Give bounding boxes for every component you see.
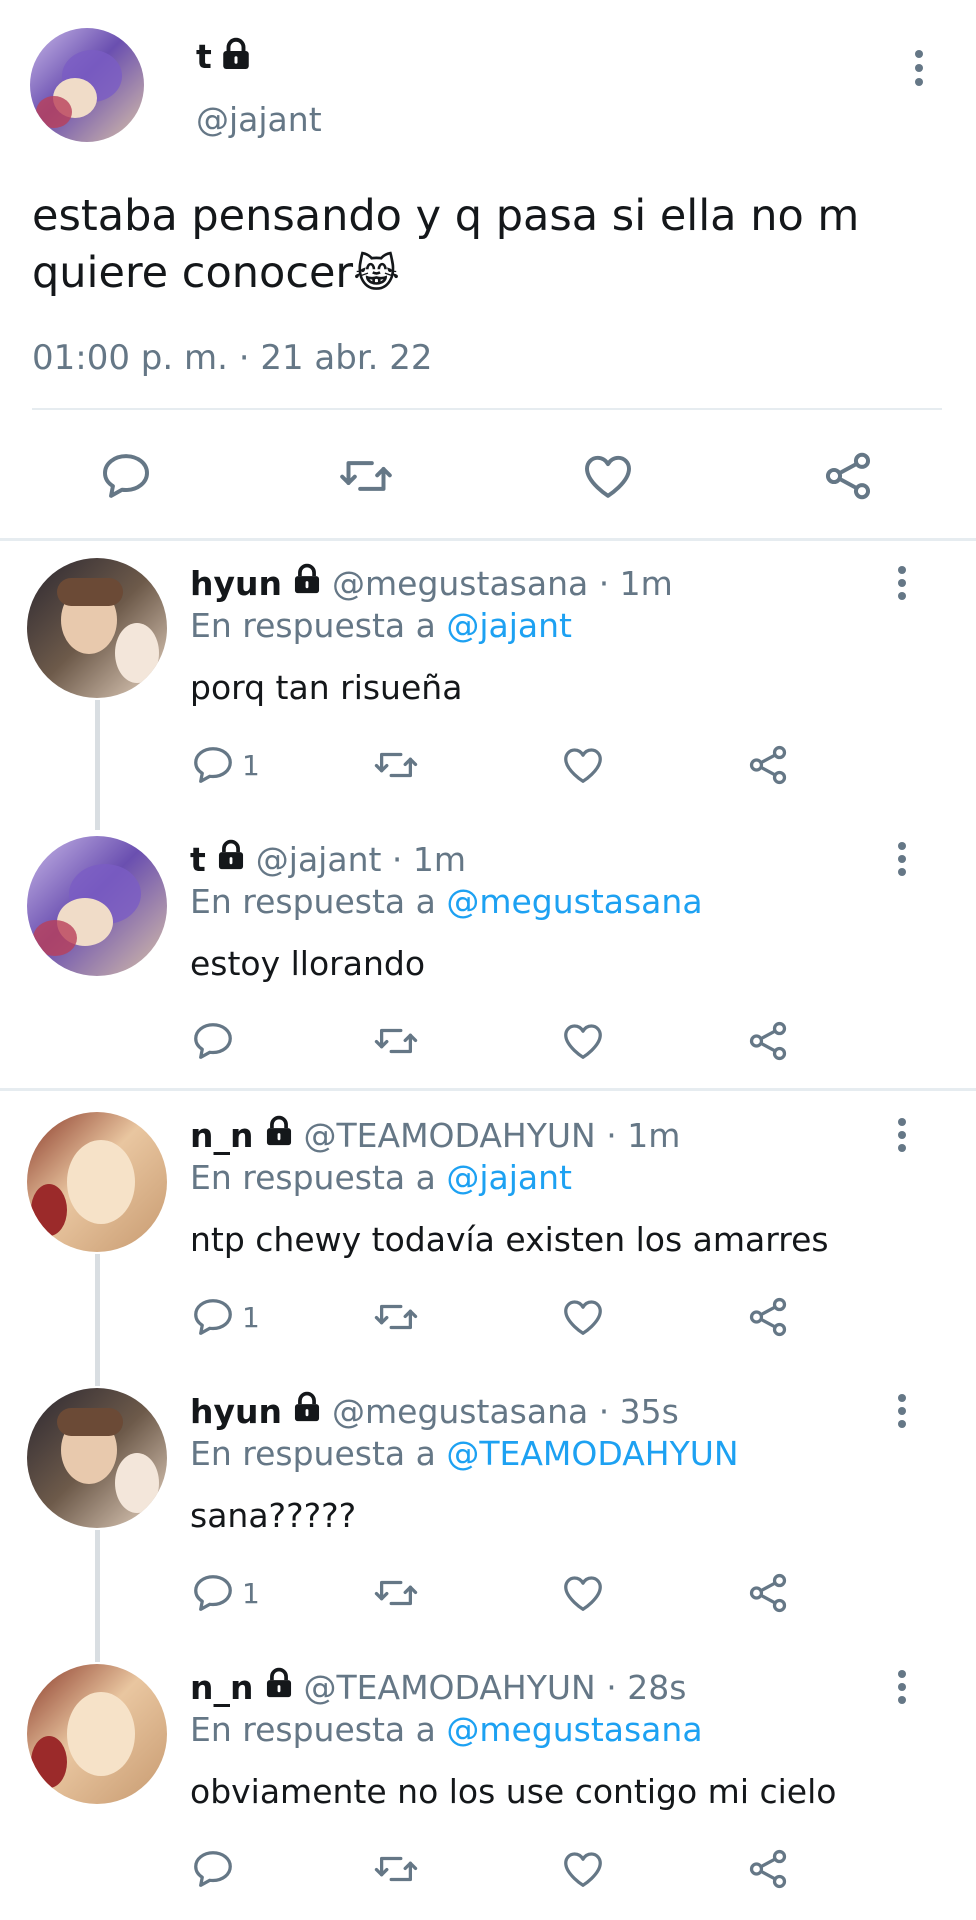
display-name[interactable]: n_n bbox=[190, 1668, 254, 1707]
like-icon[interactable] bbox=[560, 1018, 606, 1064]
reply-context-label: En respuesta a bbox=[190, 882, 436, 921]
reply-context-label: En respuesta a bbox=[190, 1710, 436, 1749]
share-icon[interactable] bbox=[745, 1294, 791, 1340]
reply-count: 1 bbox=[242, 1576, 260, 1610]
retweet-icon[interactable] bbox=[373, 1294, 419, 1340]
more-options-icon[interactable] bbox=[897, 842, 907, 876]
username[interactable]: @TEAMODAHYUN · 28s bbox=[304, 1668, 687, 1707]
reply-text: porq tan risueña bbox=[190, 668, 463, 707]
more-options-icon[interactable] bbox=[897, 1394, 907, 1428]
reply-text: obviamente no los use contigo mi cielo bbox=[190, 1772, 837, 1811]
avatar[interactable] bbox=[27, 558, 167, 698]
display-name[interactable]: n_n bbox=[190, 1116, 254, 1155]
reply-text: sana????? bbox=[190, 1496, 357, 1535]
avatar[interactable] bbox=[27, 1664, 167, 1804]
section-divider bbox=[0, 1088, 976, 1091]
reply-to-link[interactable]: @jajant bbox=[446, 606, 572, 645]
username[interactable]: @jajant bbox=[196, 100, 322, 139]
reply-text: ntp chewy todavía existen los amarres bbox=[190, 1220, 829, 1259]
reply-to-link[interactable]: @TEAMODAHYUN bbox=[446, 1434, 738, 1473]
lock-icon bbox=[214, 838, 248, 880]
avatar[interactable] bbox=[27, 1388, 167, 1528]
lock-icon bbox=[290, 1390, 324, 1432]
display-name[interactable]: t bbox=[196, 37, 212, 76]
like-icon[interactable] bbox=[560, 1570, 606, 1616]
like-icon[interactable] bbox=[560, 742, 606, 788]
reply-icon[interactable] bbox=[190, 1846, 236, 1892]
reply-context-label: En respuesta a bbox=[190, 1158, 436, 1197]
thread-line bbox=[95, 1530, 100, 1662]
tweet-text-line2: quiere conocer bbox=[32, 248, 354, 298]
lock-icon bbox=[290, 562, 324, 604]
tweet-text: estaba pensando y q pasa si ella no m qu… bbox=[32, 188, 859, 303]
like-icon[interactable] bbox=[560, 1294, 606, 1340]
section-divider bbox=[0, 538, 976, 541]
retweet-icon[interactable] bbox=[338, 448, 394, 504]
avatar[interactable] bbox=[27, 1112, 167, 1252]
share-icon[interactable] bbox=[745, 1570, 791, 1616]
display-name[interactable]: t bbox=[190, 840, 206, 879]
reply-context-label: En respuesta a bbox=[190, 606, 436, 645]
more-options-icon[interactable] bbox=[897, 1670, 907, 1704]
reply-to-link[interactable]: @jajant bbox=[446, 1158, 572, 1197]
thread-line bbox=[95, 700, 100, 830]
more-options-icon[interactable] bbox=[897, 566, 907, 600]
retweet-icon[interactable] bbox=[373, 742, 419, 788]
avatar[interactable] bbox=[30, 28, 144, 142]
lock-icon bbox=[262, 1114, 296, 1156]
avatar[interactable] bbox=[27, 836, 167, 976]
thread-line bbox=[95, 1254, 100, 1386]
reply-to-link[interactable]: @megustasana bbox=[446, 1710, 702, 1749]
like-icon[interactable] bbox=[560, 1846, 606, 1892]
more-options-icon[interactable] bbox=[914, 50, 924, 86]
display-name[interactable]: hyun bbox=[190, 1392, 282, 1431]
retweet-icon[interactable] bbox=[373, 1570, 419, 1616]
emoji: 😹 bbox=[353, 251, 400, 297]
reply-icon[interactable] bbox=[98, 448, 154, 504]
reply-icon[interactable] bbox=[190, 1570, 236, 1616]
reply-context-label: En respuesta a bbox=[190, 1434, 436, 1473]
username[interactable]: @megustasana · 1m bbox=[332, 564, 673, 603]
retweet-icon[interactable] bbox=[373, 1018, 419, 1064]
tweet-divider bbox=[32, 408, 942, 410]
reply-count: 1 bbox=[242, 748, 260, 782]
reply-to-link[interactable]: @megustasana bbox=[446, 882, 702, 921]
reply-text: estoy llorando bbox=[190, 944, 426, 983]
reply-count: 1 bbox=[242, 1300, 260, 1334]
reply-icon[interactable] bbox=[190, 1018, 236, 1064]
share-icon[interactable] bbox=[745, 1846, 791, 1892]
username[interactable]: @jajant · 1m bbox=[256, 840, 466, 879]
lock-icon bbox=[262, 1666, 296, 1708]
username[interactable]: @megustasana · 35s bbox=[332, 1392, 679, 1431]
more-options-icon[interactable] bbox=[897, 1118, 907, 1152]
tweet-text-line1: estaba pensando y q pasa si ella no m bbox=[32, 191, 860, 241]
share-icon[interactable] bbox=[745, 742, 791, 788]
retweet-icon[interactable] bbox=[373, 1846, 419, 1892]
share-icon[interactable] bbox=[745, 1018, 791, 1064]
reply-icon[interactable] bbox=[190, 742, 236, 788]
like-icon[interactable] bbox=[580, 448, 636, 504]
display-name[interactable]: hyun bbox=[190, 564, 282, 603]
reply-icon[interactable] bbox=[190, 1294, 236, 1340]
username[interactable]: @TEAMODAHYUN · 1m bbox=[304, 1116, 681, 1155]
timestamp: 01:00 p. m. · 21 abr. 22 bbox=[32, 338, 433, 378]
lock-icon bbox=[218, 36, 254, 76]
share-icon[interactable] bbox=[820, 448, 876, 504]
